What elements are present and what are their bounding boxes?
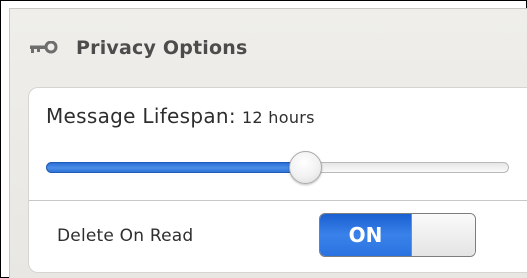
delete-on-read-label: Delete On Read	[57, 226, 194, 246]
message-lifespan-row: Message Lifespan: 12 hours	[46, 104, 315, 128]
delete-on-read-toggle[interactable]: ON	[319, 213, 476, 257]
privacy-options-header: Privacy Options	[28, 35, 248, 61]
slider-thumb[interactable]	[288, 151, 322, 184]
slider-fill	[46, 162, 306, 173]
toggle-on-label: ON	[320, 214, 411, 256]
options-card: Message Lifespan: 12 hours Delete On Rea…	[28, 87, 527, 273]
toggle-knob[interactable]	[411, 214, 475, 256]
message-lifespan-value: 12 hours	[241, 108, 315, 127]
message-lifespan-label: Message Lifespan:	[46, 104, 236, 128]
divider	[29, 200, 527, 201]
page-title: Privacy Options	[76, 37, 248, 59]
message-lifespan-slider[interactable]	[46, 151, 509, 184]
key-icon	[28, 38, 58, 58]
